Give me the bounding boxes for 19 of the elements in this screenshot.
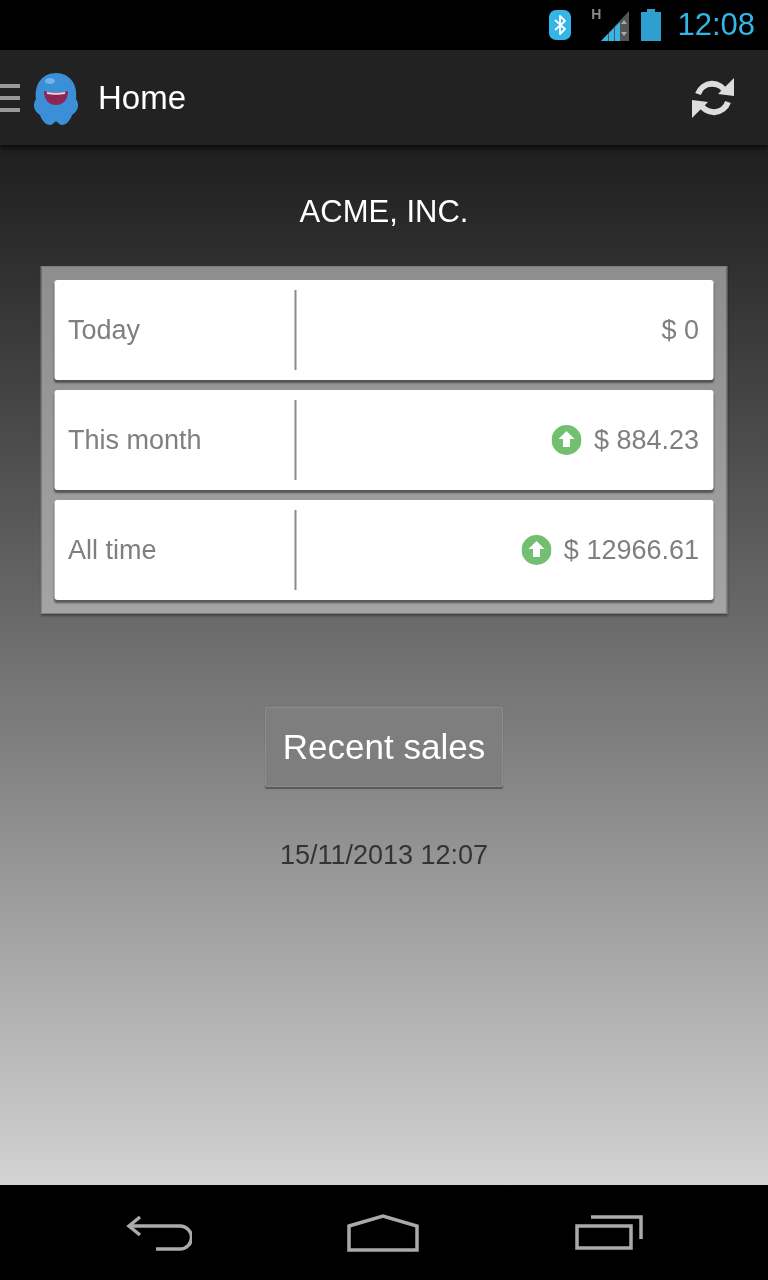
bluetooth-icon xyxy=(549,10,572,40)
period-label: This month xyxy=(67,424,203,456)
menu-icon[interactable] xyxy=(0,83,20,112)
home-icon[interactable] xyxy=(346,1213,419,1252)
recent-apps-icon[interactable] xyxy=(574,1215,643,1250)
sales-amount: $ 884.23 xyxy=(593,424,699,456)
screen-title: Home xyxy=(98,77,187,118)
recent-sales-button[interactable]: Recent sales xyxy=(264,707,504,787)
company-name: ACME, INC. xyxy=(299,194,469,230)
signal-icon xyxy=(601,11,630,41)
clock-time: 12:08 xyxy=(677,8,755,42)
battery-icon xyxy=(641,9,662,41)
period-label: All time xyxy=(67,534,158,566)
sales-amount: $ 12966.61 xyxy=(563,534,699,566)
period-label: Today xyxy=(67,314,142,346)
sales-amount: $ 0 xyxy=(661,314,699,346)
network-type: H xyxy=(591,7,602,21)
last-updated-time: 15/11/2013 12:07 xyxy=(279,839,489,871)
back-icon[interactable] xyxy=(125,1214,192,1251)
